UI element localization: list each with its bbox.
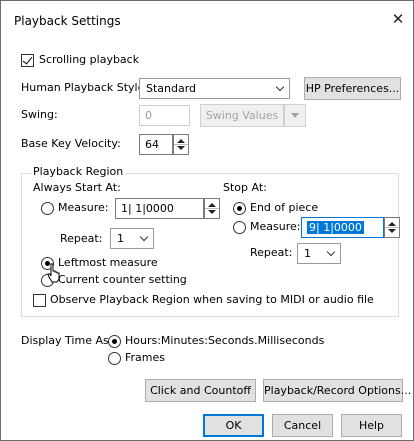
human-playback-select[interactable]: Standard	[139, 78, 290, 99]
ok-button[interactable]: OK	[203, 414, 264, 437]
title-bar: Playback Settings ✕	[1, 1, 413, 39]
base-key-velocity-spinner[interactable]	[173, 134, 189, 155]
stop-measure-radio[interactable]	[233, 221, 246, 234]
display-frames-label: Frames	[125, 351, 166, 364]
swing-field[interactable]: 0	[139, 105, 190, 126]
end-of-piece-radio[interactable]	[233, 202, 246, 215]
display-time-label: Display Time As:	[21, 334, 113, 347]
current-counter-label: Current counter setting	[58, 273, 187, 286]
start-measure-spinner[interactable]	[204, 198, 220, 219]
stop-measure-field[interactable]: 9| 1|0000	[301, 217, 384, 238]
stop-at-label: Stop At:	[223, 181, 267, 194]
display-frames-radio[interactable]	[108, 352, 121, 365]
swing-values-button[interactable]: Swing Values	[200, 104, 284, 127]
start-repeat-select[interactable]: 1	[110, 228, 154, 249]
close-icon[interactable]: ✕	[383, 5, 413, 33]
observe-region-checkbox[interactable]	[33, 294, 46, 307]
window-title: Playback Settings	[14, 14, 121, 28]
spin-down-icon	[208, 210, 216, 214]
observe-region-label: Observe Playback Region when saving to M…	[50, 293, 374, 306]
chevron-down-icon	[291, 113, 299, 118]
start-repeat-label: Repeat:	[60, 232, 103, 245]
spin-up-icon	[177, 139, 185, 143]
spin-down-icon	[177, 146, 185, 150]
spin-up-icon	[208, 203, 216, 207]
start-measure-label: Measure:	[58, 201, 109, 214]
start-measure-radio[interactable]	[41, 202, 54, 215]
playback-settings-dialog: Playback Settings ✕ Scrolling playback H…	[0, 0, 414, 441]
chevron-down-icon	[139, 232, 149, 242]
playback-region-label: Playback Region	[31, 165, 126, 179]
leftmost-measure-label: Leftmost measure	[58, 256, 158, 269]
stop-measure-label: Measure:	[250, 220, 301, 233]
hp-preferences-button[interactable]: HP Preferences...	[304, 77, 401, 100]
spin-down-icon	[388, 229, 396, 233]
display-hmsms-label: Hours:Minutes:Seconds.Milliseconds	[125, 334, 325, 347]
stop-repeat-value: 1	[304, 247, 311, 260]
hand-cursor-icon	[47, 263, 60, 283]
base-key-velocity-label: Base Key Velocity:	[21, 137, 121, 150]
stop-repeat-label: Repeat:	[250, 246, 293, 259]
swing-label: Swing:	[21, 108, 58, 121]
stop-measure-value: 9| 1|0000	[307, 221, 364, 234]
scrolling-playback-checkbox[interactable]	[21, 54, 34, 67]
start-repeat-value: 1	[117, 232, 124, 245]
playback-record-options-button[interactable]: Playback/Record Options...	[263, 379, 411, 402]
click-countoff-button[interactable]: Click and Countoff	[145, 379, 256, 402]
spin-up-icon	[388, 222, 396, 226]
end-of-piece-label: End of piece	[250, 201, 319, 214]
start-measure-field[interactable]: 1| 1|0000	[115, 198, 204, 219]
human-playback-value: Standard	[146, 82, 197, 95]
help-button[interactable]: Help	[341, 414, 402, 437]
cancel-button[interactable]: Cancel	[272, 414, 333, 437]
chevron-down-icon	[275, 82, 285, 92]
swing-values-menu-button[interactable]	[284, 104, 306, 127]
scrolling-playback-label: Scrolling playback	[39, 53, 140, 66]
base-key-velocity-field[interactable]: 64	[139, 134, 173, 155]
always-start-at-label: Always Start At:	[33, 181, 121, 194]
human-playback-label: Human Playback Style:	[21, 81, 149, 94]
stop-measure-spinner[interactable]	[384, 217, 400, 238]
chevron-down-icon	[326, 247, 336, 257]
stop-repeat-select[interactable]: 1	[297, 243, 341, 264]
display-hmsms-radio[interactable]	[108, 335, 121, 348]
